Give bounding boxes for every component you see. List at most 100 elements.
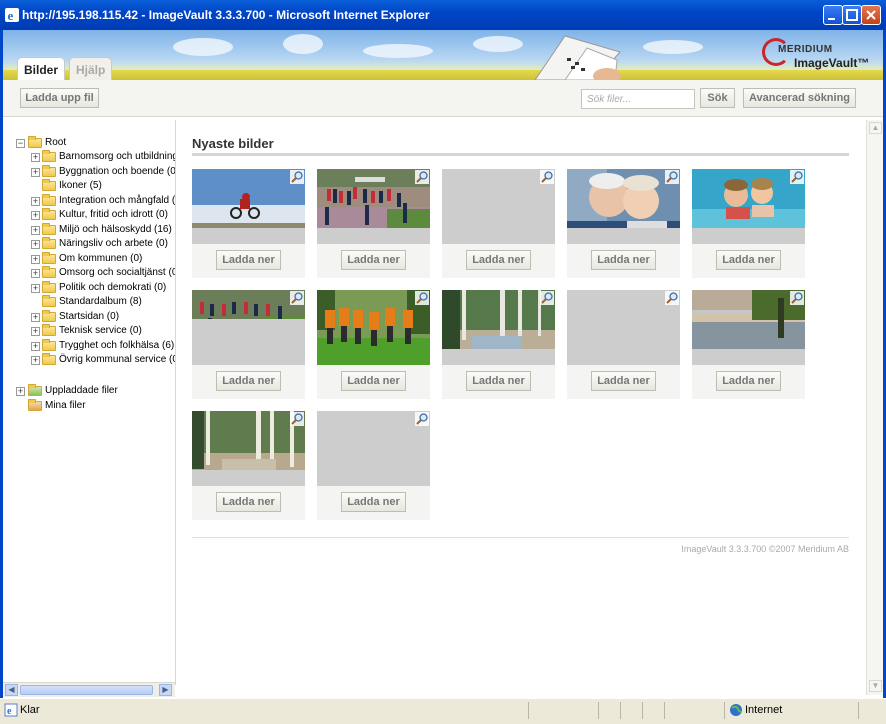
image-thumbnail[interactable] — [317, 411, 430, 486]
image-card: Ladda ner — [567, 290, 680, 399]
expand-icon[interactable]: + — [31, 327, 40, 336]
expand-icon[interactable]: + — [31, 153, 40, 162]
scroll-left-icon[interactable]: ◀ — [5, 684, 18, 696]
title-divider — [192, 153, 849, 156]
folder-icon — [42, 193, 56, 206]
expand-icon[interactable]: + — [31, 312, 40, 322]
download-button[interactable]: Ladda ner — [466, 371, 531, 391]
expand-icon[interactable]: + — [16, 387, 25, 396]
zoom-magnifier-icon[interactable] — [540, 291, 554, 305]
uploaded-folder-icon — [28, 384, 42, 396]
folder-icon — [42, 338, 56, 351]
download-button[interactable]: Ladda ner — [341, 250, 406, 270]
zoom-magnifier-icon[interactable] — [415, 291, 429, 305]
zoom-magnifier-icon[interactable] — [665, 170, 679, 184]
image-thumbnail[interactable] — [567, 290, 680, 365]
download-button[interactable]: Ladda ner — [716, 250, 781, 270]
download-button[interactable]: Ladda ner — [341, 492, 406, 512]
tab-bilder[interactable]: Bilder — [17, 57, 66, 80]
expand-icon[interactable]: + — [31, 211, 40, 220]
expand-icon[interactable]: + — [31, 240, 40, 249]
collapse-icon[interactable]: − — [16, 139, 25, 148]
page-title: Nyaste bilder — [192, 136, 274, 151]
main-vertical-scrollbar[interactable]: ▲ ▼ — [866, 120, 883, 695]
expand-icon[interactable]: + — [31, 167, 40, 177]
zoom-magnifier-icon[interactable] — [415, 170, 429, 184]
download-button[interactable]: Ladda ner — [591, 250, 656, 270]
download-button[interactable]: Ladda ner — [466, 250, 531, 270]
tree-label: Ikoner (5) — [59, 180, 102, 191]
image-thumbnail[interactable] — [317, 169, 430, 244]
zoom-magnifier-icon[interactable] — [415, 412, 429, 426]
tree-label: Startsidan (0) — [59, 310, 120, 322]
expand-icon[interactable]: + — [31, 225, 40, 235]
folder-icon — [42, 237, 56, 249]
folder-icon — [42, 208, 56, 220]
tab-hjalp[interactable]: Hjälp — [69, 57, 113, 80]
upload-button[interactable]: Ladda upp fil — [20, 88, 99, 108]
minimize-button[interactable] — [823, 5, 843, 25]
image-thumbnail[interactable] — [442, 169, 555, 244]
tree-label: Om kommunen (0) — [59, 252, 143, 264]
my-files-icon — [28, 399, 42, 411]
search-button[interactable]: Sök — [700, 88, 735, 108]
folder-icon — [42, 179, 56, 191]
tree-label: Trygghet och folkhälsa (6) — [59, 339, 175, 351]
image-card: Ladda ner — [192, 169, 305, 278]
expand-icon[interactable]: + — [31, 254, 40, 264]
image-thumbnail[interactable] — [192, 169, 305, 244]
zoom-magnifier-icon[interactable] — [665, 291, 679, 305]
tree-label: Omsorg och socialtjänst (0) — [59, 267, 176, 278]
tree-label: Politik och demokrati (0) — [59, 281, 167, 293]
zoom-magnifier-icon[interactable] — [790, 170, 804, 184]
image-card: Ladda ner — [567, 169, 680, 278]
download-button[interactable]: Ladda ner — [716, 371, 781, 391]
expand-icon[interactable]: + — [31, 341, 40, 351]
folder-icon — [42, 150, 56, 162]
tree-label: Root — [45, 137, 67, 148]
expand-icon[interactable]: + — [31, 196, 40, 206]
scroll-right-icon[interactable]: ▶ — [159, 684, 172, 696]
download-button[interactable]: Ladda ner — [216, 371, 281, 391]
advanced-search-button[interactable]: Avancerad sökning — [743, 88, 856, 108]
image-thumbnail[interactable] — [692, 169, 805, 244]
download-button[interactable]: Ladda ner — [216, 492, 281, 512]
tree-label: Kultur, fritid och idrott (0) — [59, 209, 168, 220]
zoom-magnifier-icon[interactable] — [290, 170, 304, 184]
image-card: Ladda ner — [692, 290, 805, 399]
image-card: Ladda ner — [192, 411, 305, 520]
zoom-magnifier-icon[interactable] — [290, 412, 304, 426]
image-thumbnail[interactable] — [192, 290, 305, 365]
scroll-up-icon[interactable]: ▲ — [869, 122, 882, 134]
tree-label: Uppladdade filer — [45, 385, 118, 396]
image-thumbnail[interactable] — [442, 290, 555, 365]
minimize-icon — [828, 18, 835, 20]
scroll-down-icon[interactable]: ▼ — [869, 680, 882, 692]
expand-icon[interactable]: + — [31, 283, 40, 293]
expand-icon[interactable]: + — [31, 269, 40, 278]
svg-text:e: e — [8, 8, 14, 23]
image-thumbnail[interactable] — [317, 290, 430, 365]
tree-label: Mina filer — [45, 400, 86, 411]
tree-horizontal-scrollbar[interactable]: ◀ ▶ — [3, 682, 175, 697]
tree-label: Barnomsorg och utbildning ( — [59, 151, 176, 162]
search-input[interactable] — [581, 89, 695, 109]
folder-icon — [42, 251, 56, 264]
maximize-button[interactable] — [842, 5, 862, 25]
meridium-logo: MERIDIUM ImageVault™ — [758, 36, 878, 76]
zoom-magnifier-icon[interactable] — [540, 170, 554, 184]
download-button[interactable]: Ladda ner — [591, 371, 656, 391]
image-thumbnail[interactable] — [192, 411, 305, 486]
window-titlebar: e http://195.198.115.42 - ImageVault 3.3… — [0, 0, 886, 30]
page-status-icon: e — [4, 703, 18, 717]
close-button[interactable] — [861, 5, 881, 25]
image-thumbnail[interactable] — [567, 169, 680, 244]
download-button[interactable]: Ladda ner — [341, 371, 406, 391]
zoom-magnifier-icon[interactable] — [790, 291, 804, 305]
expand-icon[interactable]: + — [31, 356, 40, 365]
image-thumbnail[interactable] — [692, 290, 805, 365]
zoom-magnifier-icon[interactable] — [290, 291, 304, 305]
image-card: Ladda ner — [317, 290, 430, 399]
scroll-thumb[interactable] — [20, 685, 153, 695]
download-button[interactable]: Ladda ner — [216, 250, 281, 270]
